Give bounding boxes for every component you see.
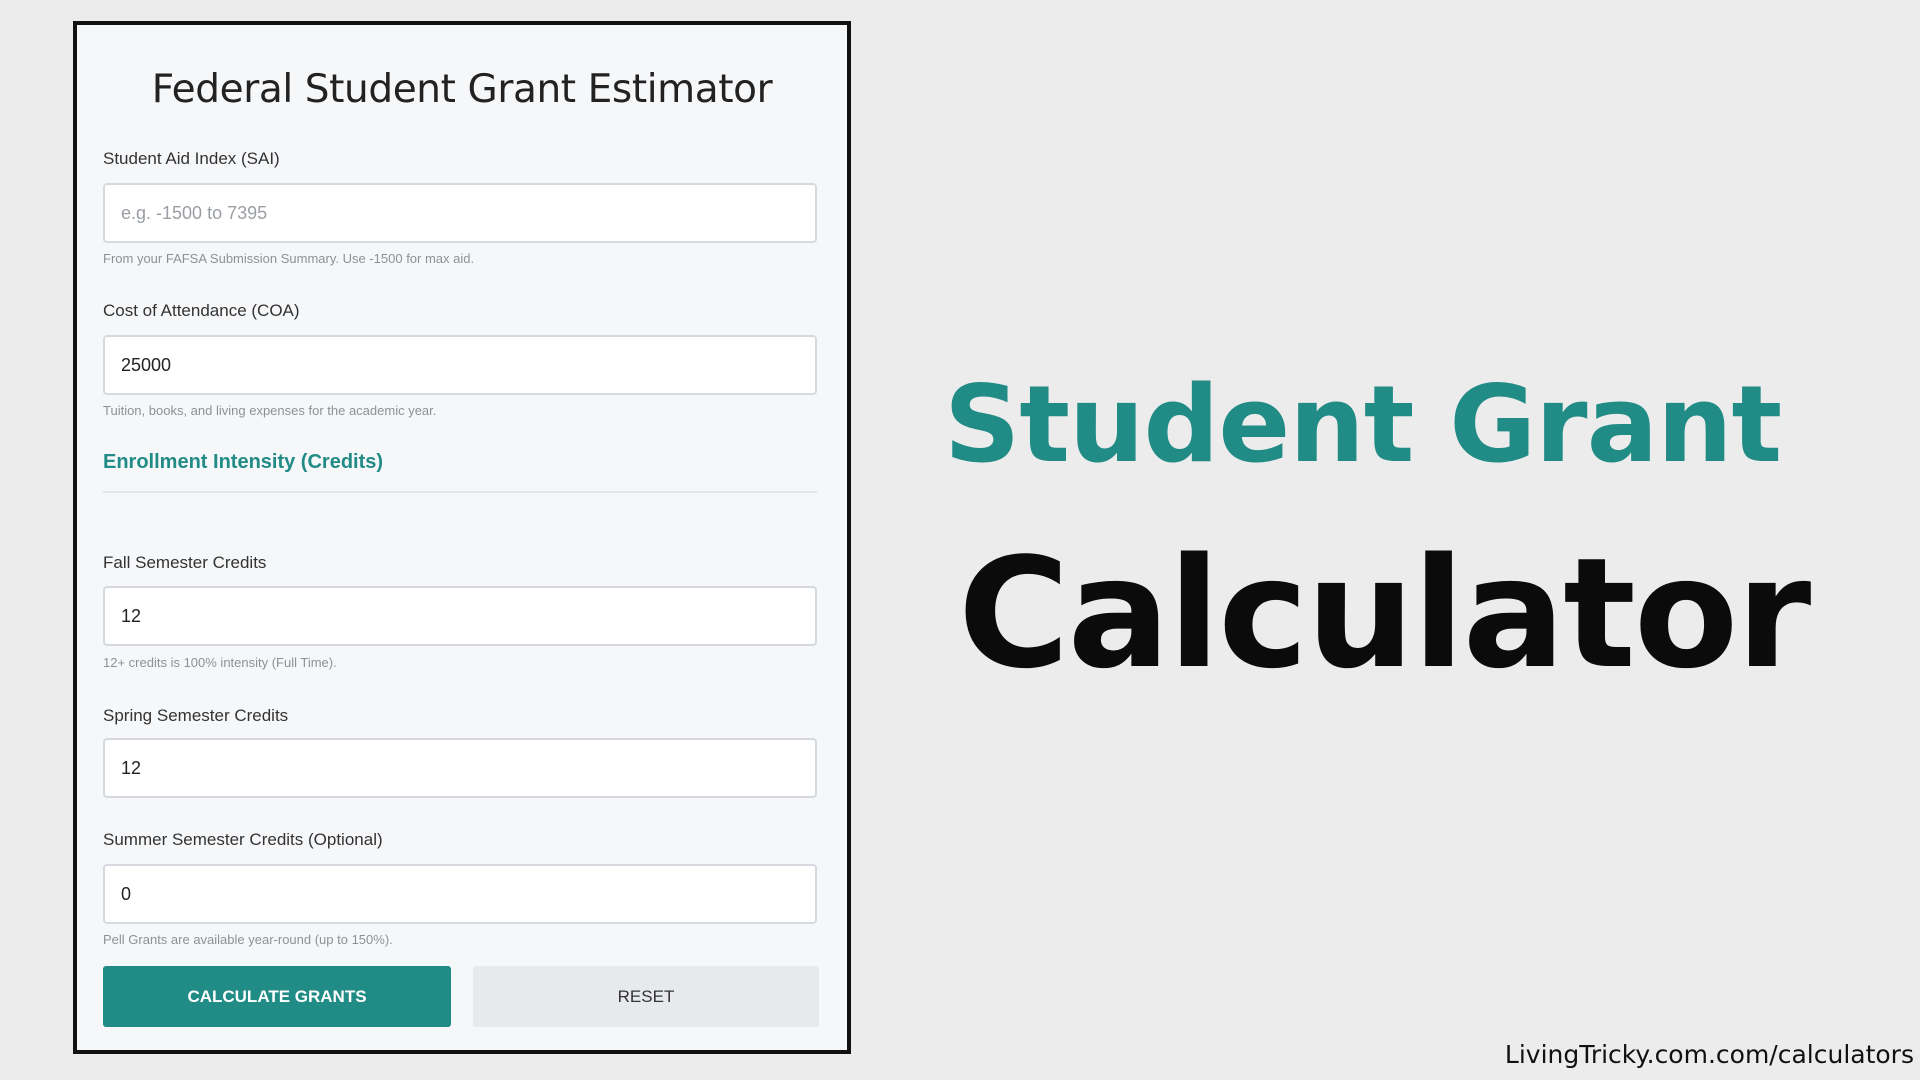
hero-title-line-2: Calculator (958, 525, 1811, 702)
sai-label: Student Aid Index (SAI) (103, 149, 280, 168)
hero-title-line-1: Student Grant (944, 363, 1782, 486)
summer-credits-help-text: Pell Grants are available year-round (up… (103, 932, 393, 947)
fall-credits-help-text: 12+ credits is 100% intensity (Full Time… (103, 655, 337, 670)
summer-credits-label: Summer Semester Credits (Optional) (103, 830, 383, 849)
enrollment-section-heading: Enrollment Intensity (Credits) (103, 451, 384, 473)
fall-credits-label: Fall Semester Credits (103, 553, 267, 572)
calculate-grants-button[interactable]: CALCULATE GRANTS (103, 966, 451, 1027)
sai-help-text: From your FAFSA Submission Summary. Use … (103, 251, 475, 266)
form-title: Federal Student Grant Estimator (151, 67, 773, 112)
fall-credits-input[interactable] (103, 586, 817, 646)
coa-label: Cost of Attendance (COA) (103, 301, 300, 320)
spring-credits-input[interactable] (103, 738, 817, 798)
reset-button[interactable]: RESET (473, 966, 819, 1027)
coa-help-text: Tuition, books, and living expenses for … (103, 403, 437, 418)
grant-estimator-card: Federal Student Grant Estimator Student … (73, 21, 851, 1054)
section-divider (103, 491, 817, 493)
summer-credits-input[interactable] (103, 864, 817, 924)
spring-credits-label: Spring Semester Credits (103, 706, 289, 725)
site-url: LivingTricky.com.com/calculators (1504, 1040, 1914, 1069)
coa-input[interactable] (103, 335, 817, 395)
sai-input[interactable] (103, 183, 817, 243)
